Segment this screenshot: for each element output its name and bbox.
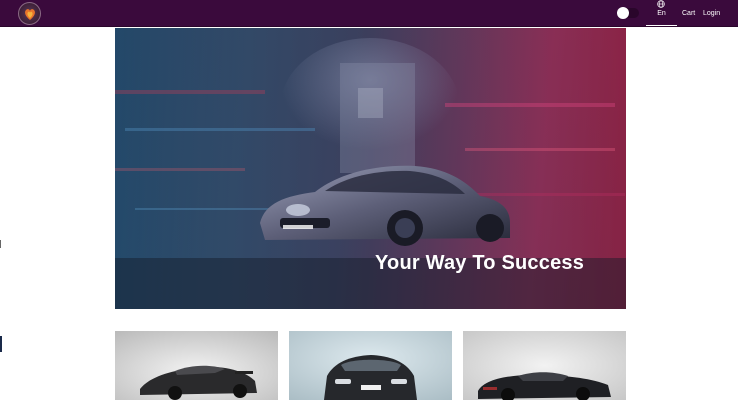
language-underline [646, 25, 677, 26]
language-selector[interactable]: En [646, 0, 677, 27]
hero-banner: Your Way To Success [115, 28, 626, 309]
black-sports-coupe-image [289, 331, 452, 400]
brand-logo-icon[interactable] [18, 2, 41, 25]
edge-mark [0, 336, 2, 352]
black-hypercar-image [463, 331, 626, 400]
car-card[interactable] [463, 331, 626, 400]
language-label: En [657, 10, 666, 17]
silver-supercar-image [115, 331, 278, 400]
globe-icon [657, 0, 665, 8]
top-navbar: En Cart Login [0, 0, 738, 27]
cart-link[interactable]: Cart [682, 10, 695, 17]
toggle-knob-icon [617, 7, 629, 19]
hero-title: Your Way To Success [375, 252, 585, 274]
car-card[interactable] [289, 331, 452, 400]
theme-toggle[interactable] [617, 7, 639, 19]
car-card[interactable] [115, 331, 278, 400]
login-link[interactable]: Login [703, 10, 720, 17]
edge-mark [0, 240, 1, 248]
